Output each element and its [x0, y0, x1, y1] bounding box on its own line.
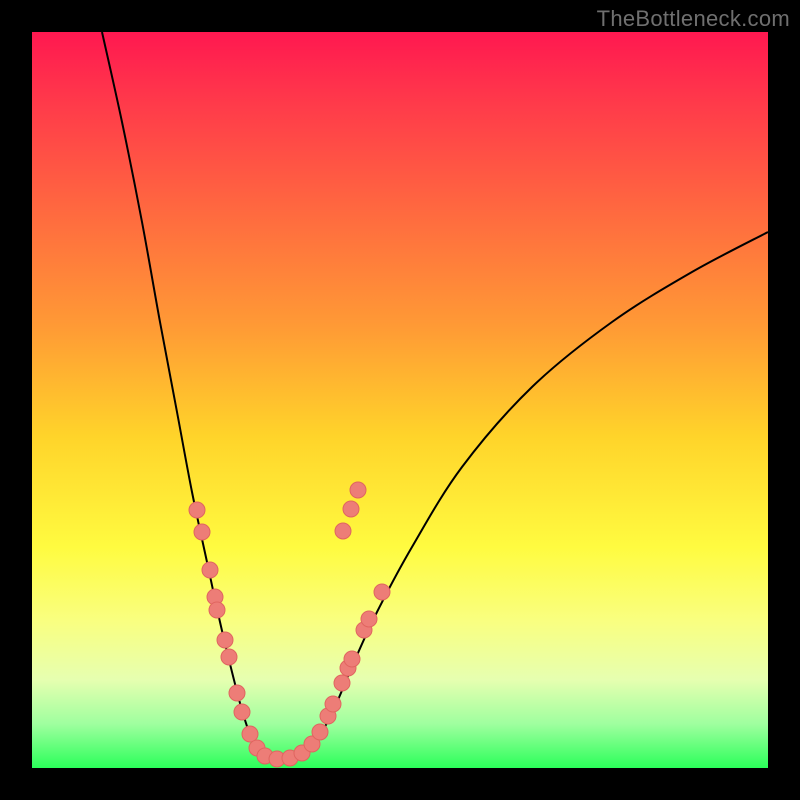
- data-point: [343, 501, 359, 517]
- scatter-group: [189, 482, 390, 767]
- data-point: [242, 726, 258, 742]
- data-point: [374, 584, 390, 600]
- data-point: [221, 649, 237, 665]
- data-point: [312, 724, 328, 740]
- data-point: [344, 651, 360, 667]
- data-point: [350, 482, 366, 498]
- data-point: [194, 524, 210, 540]
- data-point: [325, 696, 341, 712]
- plot-frame: [32, 32, 768, 768]
- data-point: [209, 602, 225, 618]
- data-point: [217, 632, 233, 648]
- data-point: [234, 704, 250, 720]
- watermark-text: TheBottleneck.com: [597, 6, 790, 32]
- data-point: [189, 502, 205, 518]
- data-point: [229, 685, 245, 701]
- bottleneck-curve: [102, 32, 768, 759]
- plot-svg: [32, 32, 768, 768]
- data-point: [202, 562, 218, 578]
- data-point: [335, 523, 351, 539]
- data-point: [334, 675, 350, 691]
- data-point: [361, 611, 377, 627]
